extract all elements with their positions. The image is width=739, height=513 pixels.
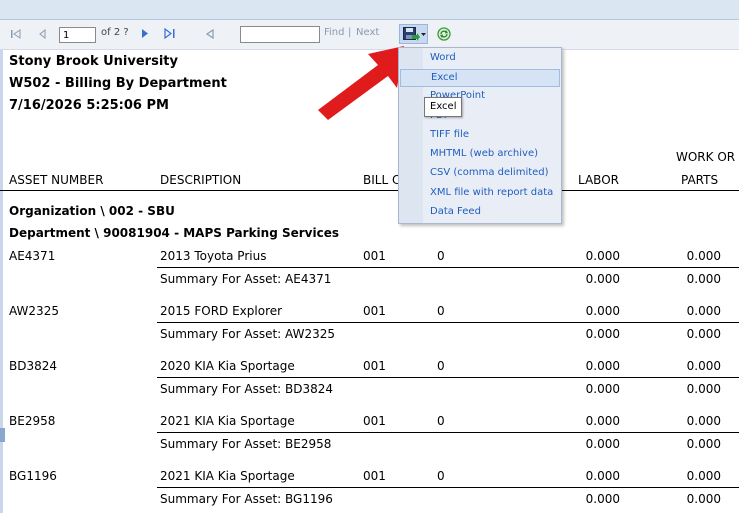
bill-code-cell: 001: [363, 304, 386, 318]
summary-labor-cell: 0.000: [585, 327, 620, 341]
labor-cell: 0.000: [585, 414, 620, 428]
summary-labor-cell: 0.000: [585, 382, 620, 396]
back-to-parent-icon[interactable]: [205, 29, 215, 39]
asset-summary-cell: Summary For Asset: BE2958: [160, 437, 332, 451]
export-menu-item-tiff-file[interactable]: TIFF file: [430, 129, 469, 140]
toolbar-separator: |: [348, 27, 352, 38]
labor-cell: 0.000: [585, 304, 620, 318]
organization-group: Organization \ 002 - SBU: [9, 204, 175, 218]
parts-cell: 0.000: [686, 249, 721, 263]
labor-cell: 0.000: [585, 249, 620, 263]
export-menu-item-excel[interactable]: Excel: [400, 69, 560, 87]
bill-code-cell: 001: [363, 359, 386, 373]
col-bill-code: BILL C: [363, 173, 401, 187]
bill-code-cell: 001: [363, 249, 386, 263]
export-menu-item-xml-file-with-report-data[interactable]: XML file with report data: [430, 187, 553, 198]
find-text-input[interactable]: [240, 26, 320, 43]
description-cell: 2021 KIA Kia Sportage: [160, 469, 295, 483]
summary-labor-cell: 0.000: [585, 437, 620, 451]
previous-page-icon[interactable]: [38, 29, 48, 39]
left-splitter-handle[interactable]: [0, 428, 5, 442]
report-datetime: 7/16/2026 5:25:06 PM: [9, 98, 169, 113]
first-page-icon[interactable]: [10, 29, 22, 39]
summary-parts-cell: 0.000: [686, 272, 721, 286]
next-link[interactable]: Next: [356, 27, 379, 39]
work-order-group-header: WORK OR: [676, 150, 736, 164]
asset-number-cell: AE4371: [9, 249, 56, 263]
find-link[interactable]: Find: [324, 27, 345, 39]
asset-summary-cell: Summary For Asset: AE4371: [160, 272, 332, 286]
description-cell: 2015 FORD Explorer: [160, 304, 283, 318]
export-menu-item-csv-comma-delimited[interactable]: CSV (comma delimited): [430, 167, 549, 178]
parts-cell: 0.000: [686, 469, 721, 483]
row-divider: [157, 487, 739, 488]
col-labor: LABOR: [578, 173, 619, 187]
summary-parts-cell: 0.000: [686, 437, 721, 451]
count-cell: 0: [437, 469, 445, 483]
description-cell: 2020 KIA Kia Sportage: [160, 359, 295, 373]
header-divider: [0, 190, 739, 191]
count-cell: 0: [437, 304, 445, 318]
asset-summary-cell: Summary For Asset: AW2325: [160, 327, 335, 341]
asset-number-cell: BE2958: [9, 414, 56, 428]
excel-tooltip: Excel: [424, 97, 462, 117]
labor-cell: 0.000: [585, 359, 620, 373]
summary-labor-cell: 0.000: [585, 492, 620, 506]
department-group: Department \ 90081904 - MAPS Parking Ser…: [9, 226, 339, 240]
labor-cell: 0.000: [585, 469, 620, 483]
asset-number-cell: BG1196: [9, 469, 57, 483]
col-parts: PARTS: [681, 173, 719, 187]
description-cell: 2013 Toyota Prius: [160, 249, 267, 263]
summary-labor-cell: 0.000: [585, 272, 620, 286]
parts-cell: 0.000: [686, 414, 721, 428]
description-cell: 2021 KIA Kia Sportage: [160, 414, 295, 428]
chevron-down-icon: [421, 33, 426, 36]
summary-parts-cell: 0.000: [686, 327, 721, 341]
report-name: W502 - Billing By Department: [9, 76, 227, 91]
asset-number-cell: AW2325: [9, 304, 59, 318]
left-splitter[interactable]: [0, 50, 3, 513]
row-divider: [157, 267, 739, 268]
refresh-icon[interactable]: [436, 26, 452, 42]
count-cell: 0: [437, 359, 445, 373]
count-cell: 0: [437, 414, 445, 428]
next-page-icon[interactable]: [140, 28, 150, 39]
summary-parts-cell: 0.000: [686, 382, 721, 396]
page-count-label: of 2 ?: [101, 27, 129, 38]
page-number-input[interactable]: [59, 27, 96, 43]
asset-summary-cell: Summary For Asset: BG1196: [160, 492, 333, 506]
asset-number-cell: BD3824: [9, 359, 58, 373]
save-disk-icon: [403, 27, 420, 41]
parts-cell: 0.000: [686, 304, 721, 318]
export-button[interactable]: [399, 24, 428, 44]
col-description: DESCRIPTION: [160, 173, 242, 187]
bill-code-cell: 001: [363, 414, 386, 428]
report-university: Stony Brook University: [9, 54, 178, 69]
export-menu-item-mhtml-web-archive[interactable]: MHTML (web archive): [430, 148, 538, 159]
window-top-band: [0, 0, 739, 20]
red-arrow-annotation: [318, 46, 404, 120]
summary-parts-cell: 0.000: [686, 492, 721, 506]
col-asset-number: ASSET NUMBER: [9, 173, 104, 187]
row-divider: [157, 432, 739, 433]
export-menu-item-word[interactable]: Word: [430, 52, 456, 63]
last-page-icon[interactable]: [164, 28, 176, 39]
parts-cell: 0.000: [686, 359, 721, 373]
asset-summary-cell: Summary For Asset: BD3824: [160, 382, 334, 396]
count-cell: 0: [437, 249, 445, 263]
row-divider: [157, 322, 739, 323]
row-divider: [157, 377, 739, 378]
bill-code-cell: 001: [363, 469, 386, 483]
export-menu-item-data-feed[interactable]: Data Feed: [430, 206, 481, 217]
